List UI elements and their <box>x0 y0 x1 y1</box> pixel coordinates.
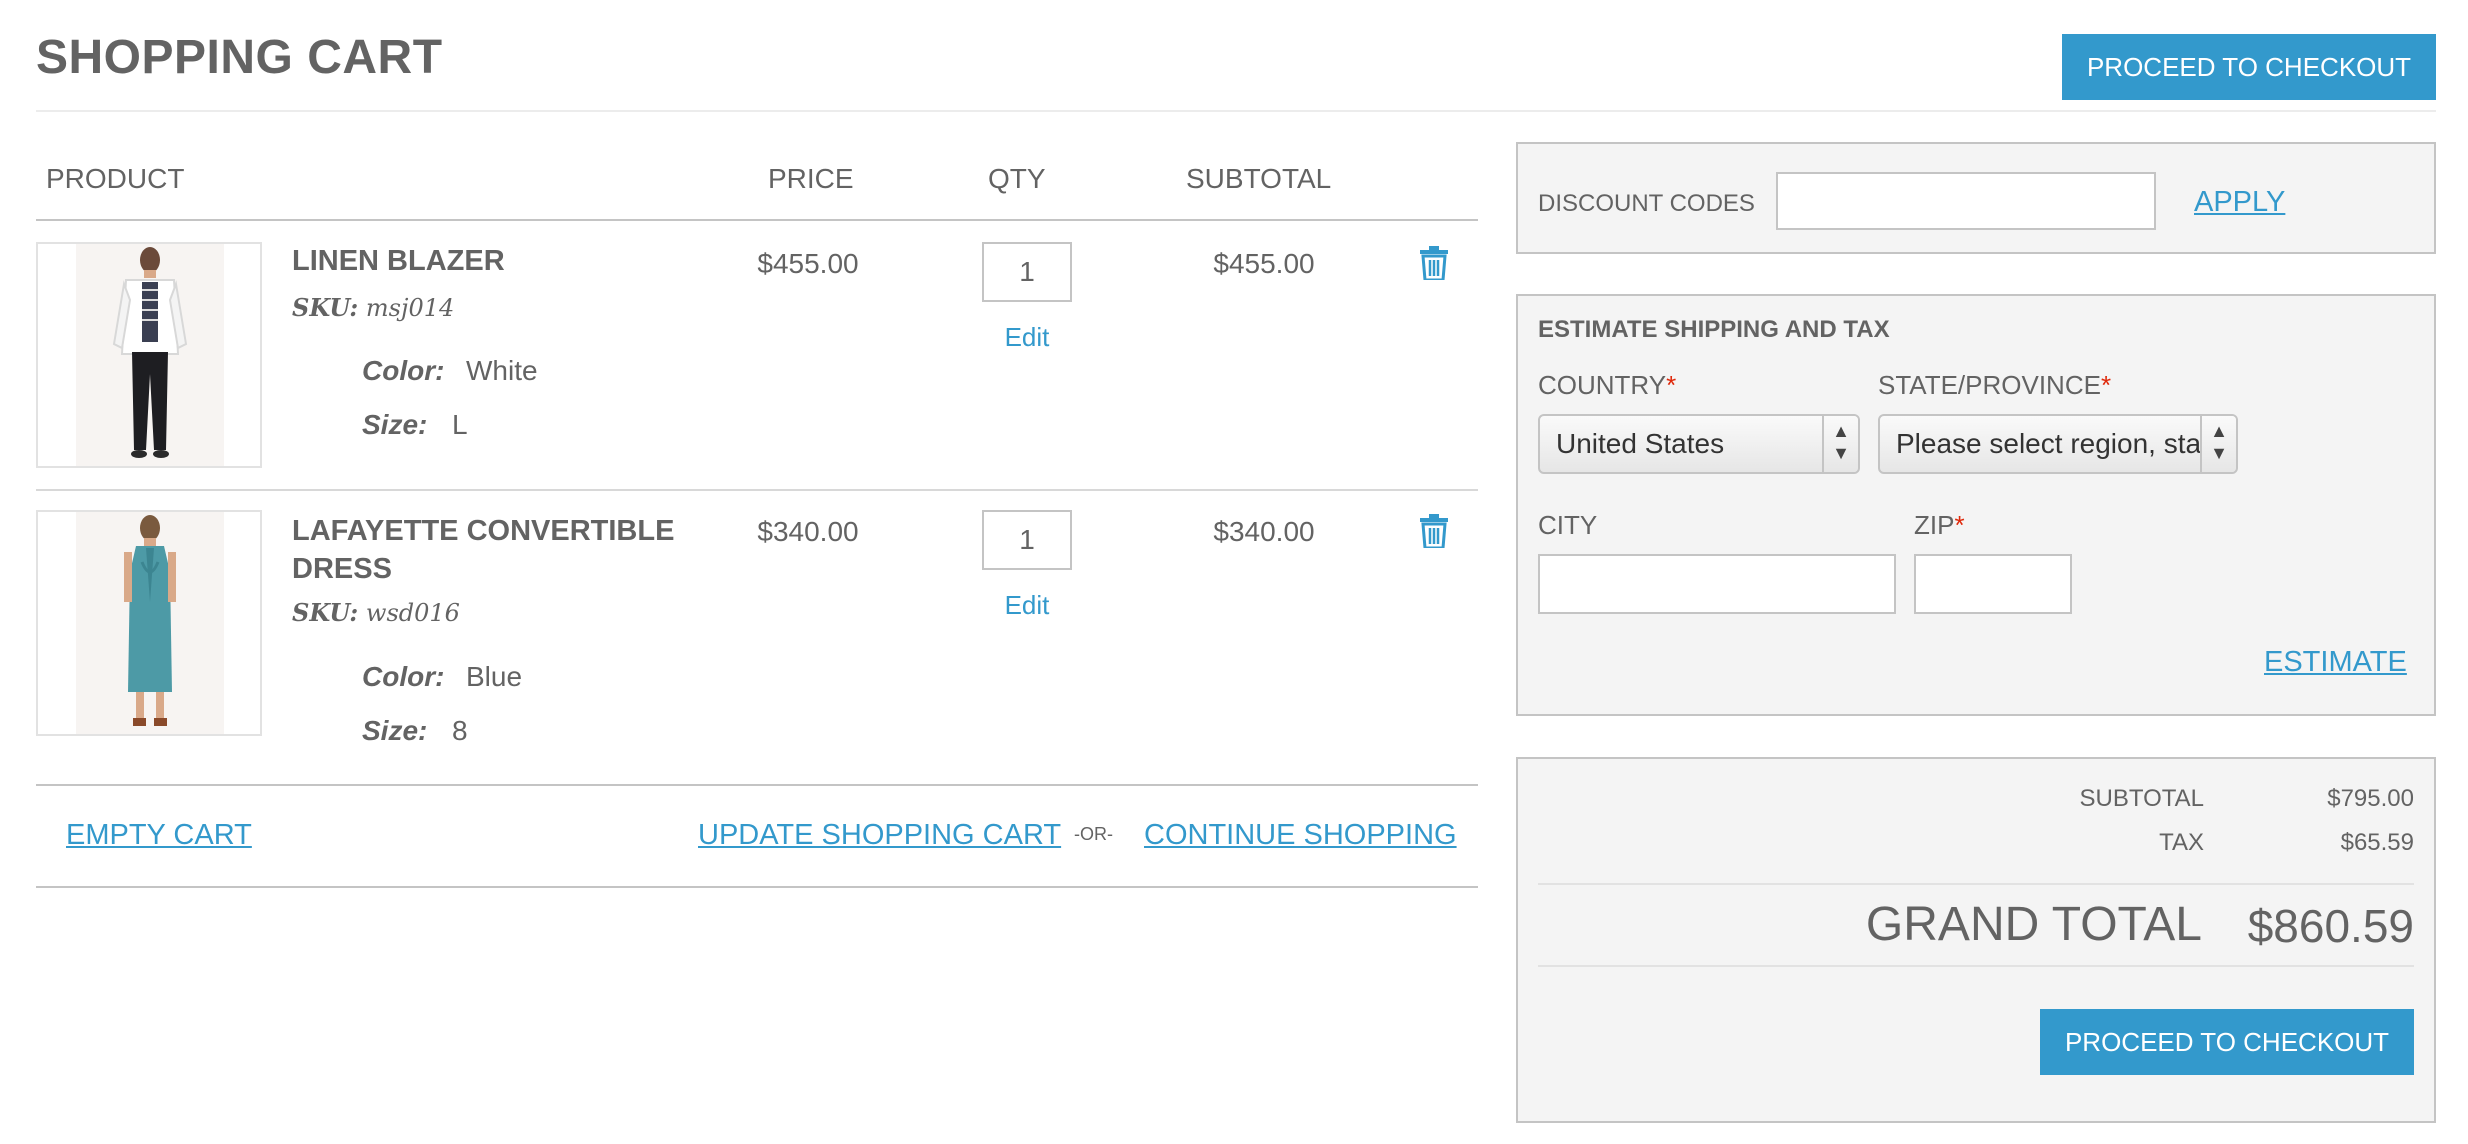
subtotal-value: $795.00 <box>2327 785 2414 812</box>
column-header-subtotal: SUBTOTAL <box>1186 163 1332 194</box>
estimate-link[interactable]: ESTIMATE <box>2264 646 2407 679</box>
zip-label-text: ZIP <box>1914 510 1955 540</box>
product-name[interactable]: LAFAYETTE CONVERTIBLE DRESS <box>292 512 692 588</box>
grand-total-value: $860.59 <box>2247 900 2414 952</box>
state-selected-value: Please select region, state or province <box>1896 428 2236 459</box>
state-label-text: STATE/PROVINCE <box>1878 370 2101 400</box>
totals-divider <box>1538 965 2414 967</box>
title-divider <box>36 110 2436 112</box>
tax-value: $65.59 <box>2340 829 2414 856</box>
sku-label: SKU: <box>292 598 359 627</box>
state-province-label: STATE/PROVINCE* <box>1878 370 2111 401</box>
option-label-color: Color: <box>362 661 445 692</box>
cart-totals-panel: SUBTOTAL $795.00 TAX $65.59 GRAND TOTAL … <box>1516 757 2436 1123</box>
update-shopping-cart-link[interactable]: UPDATE SHOPPING CART <box>698 819 1061 852</box>
sku-label: SKU: <box>292 293 359 322</box>
table-header-divider <box>36 219 1478 221</box>
city-label: CITY <box>1538 510 1598 540</box>
discount-code-input[interactable] <box>1776 172 2156 230</box>
select-arrows-icon: ▲ ▼ <box>2200 416 2236 472</box>
estimate-shipping-panel: ESTIMATE SHIPPING AND TAX COUNTRY* Unite… <box>1516 294 2436 716</box>
table-footer-divider <box>36 784 1478 786</box>
totals-divider <box>1538 883 2414 885</box>
country-selected-value: United States <box>1556 428 1725 459</box>
item-subtotal: $340.00 <box>1213 516 1315 547</box>
actions-bottom-divider <box>36 886 1478 888</box>
quantity-input[interactable]: 1 <box>982 242 1072 302</box>
option-label-size: Size: <box>362 409 428 440</box>
edit-item-link[interactable]: Edit <box>982 322 1072 353</box>
option-label-color: Color: <box>362 355 445 386</box>
option-value-color: Blue <box>466 661 523 692</box>
discount-codes-panel: DISCOUNT CODES APPLY <box>1516 142 2436 254</box>
grand-total-label: GRAND TOTAL <box>1865 898 2202 951</box>
subtotal-label: SUBTOTAL <box>2079 785 2204 812</box>
country-select[interactable]: United States ▲ ▼ <box>1538 414 1860 474</box>
discount-codes-label: DISCOUNT CODES <box>1538 190 1755 217</box>
select-arrows-icon: ▲ ▼ <box>1822 416 1858 472</box>
required-marker: * <box>1666 370 1677 400</box>
continue-shopping-link[interactable]: CONTINUE SHOPPING <box>1144 819 1457 852</box>
product-sku: SKU: msj014 <box>292 293 454 322</box>
column-header-price: PRICE <box>768 163 854 194</box>
tax-label: TAX <box>2159 829 2204 856</box>
item-price: $455.00 <box>757 248 859 279</box>
zip-input[interactable] <box>1914 554 2072 614</box>
option-value-size: L <box>452 409 468 440</box>
option-value-size: 8 <box>452 715 468 746</box>
product-name[interactable]: LINEN BLAZER <box>292 242 692 280</box>
proceed-to-checkout-button-top[interactable]: PROCEED TO CHECKOUT <box>2062 34 2436 100</box>
edit-item-link[interactable]: Edit <box>982 590 1072 621</box>
sku-value: wsd016 <box>365 599 460 627</box>
item-price: $340.00 <box>757 516 859 547</box>
option-label-size: Size: <box>362 715 428 746</box>
product-photo-white-blazer <box>112 247 188 458</box>
quantity-input[interactable]: 1 <box>982 510 1072 570</box>
country-label: COUNTRY* <box>1538 370 1676 401</box>
product-sku: SKU: wsd016 <box>292 598 460 627</box>
product-image[interactable] <box>36 242 262 468</box>
option-value-color: White <box>466 355 538 386</box>
trash-icon[interactable] <box>1420 514 1448 548</box>
state-province-select[interactable]: Please select region, state or province … <box>1878 414 2238 474</box>
city-input[interactable] <box>1538 554 1896 614</box>
required-marker: * <box>2100 370 2112 400</box>
estimate-shipping-title: ESTIMATE SHIPPING AND TAX <box>1538 316 1890 343</box>
sku-value: msj014 <box>365 294 455 322</box>
trash-icon[interactable] <box>1420 246 1448 280</box>
page-title: SHOPPING CART <box>36 31 443 84</box>
proceed-to-checkout-button-bottom[interactable]: PROCEED TO CHECKOUT <box>2040 1009 2414 1075</box>
product-photo-teal-dress <box>124 515 176 726</box>
column-header-qty: QTY <box>988 163 1046 194</box>
column-header-product: PRODUCT <box>46 163 185 194</box>
or-separator: -OR- <box>1074 824 1113 844</box>
apply-discount-link[interactable]: APPLY <box>2194 186 2285 219</box>
zip-label: ZIP* <box>1914 510 1965 541</box>
required-marker: * <box>1954 510 1965 540</box>
empty-cart-link[interactable]: EMPTY CART <box>66 819 252 852</box>
item-subtotal: $455.00 <box>1213 248 1315 279</box>
country-label-text: COUNTRY <box>1538 370 1667 400</box>
row-divider <box>36 489 1478 491</box>
product-image[interactable] <box>36 510 262 736</box>
